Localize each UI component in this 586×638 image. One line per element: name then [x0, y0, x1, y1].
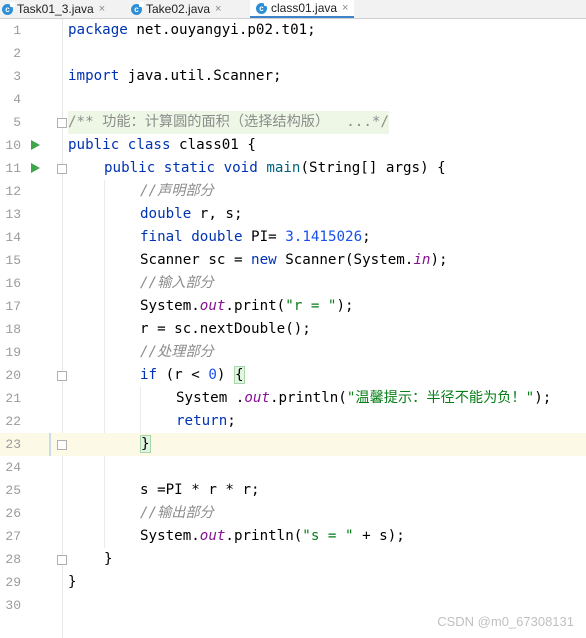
close-icon[interactable]: ×	[215, 3, 221, 15]
code-text: }	[140, 433, 151, 456]
code-line: 5 /** 功能：计算圆的面积（选择结构版） ...*/	[0, 111, 586, 134]
line-number: 24	[5, 460, 21, 475]
line-number: 30	[5, 598, 21, 613]
code-line: 2	[0, 42, 586, 65]
tab-take02[interactable]: c Take02.java ×	[131, 0, 221, 18]
code-text: }	[68, 574, 77, 590]
code-line: 3 import java.util.Scanner;	[0, 65, 586, 88]
comment-text: //声明部分	[140, 183, 214, 199]
code-line: 17 System.out.print("r = ");	[0, 295, 586, 318]
matched-brace: }	[140, 435, 151, 453]
line-number: 11	[5, 161, 21, 176]
code-text: }	[104, 551, 113, 567]
code-line: 24	[0, 456, 586, 479]
comment-text: //输入部分	[140, 275, 214, 291]
code-text: System .out.println("温馨提示：半径不能为负！");	[176, 390, 552, 406]
code-text: if (r < 0) {	[140, 366, 245, 384]
code-text: System.out.println("s = " + s);	[140, 528, 405, 544]
fold-expand-icon[interactable]	[57, 118, 67, 128]
tab-class01[interactable]: c class01.java ×	[250, 0, 355, 18]
line-number: 26	[5, 506, 21, 521]
line-number: 22	[5, 414, 21, 429]
current-code-line: 23 }	[0, 433, 586, 456]
code-line: 22 return;	[0, 410, 586, 433]
line-number: 17	[5, 299, 21, 314]
java-class-icon: c	[131, 1, 144, 15]
code-line: 12 //声明部分	[0, 180, 586, 203]
code-text: final double PI= 3.1415026;	[140, 229, 371, 245]
line-number: 4	[13, 92, 21, 107]
matched-brace: {	[233, 366, 245, 384]
code-line: 21 System .out.println("温馨提示：半径不能为负！");	[0, 387, 586, 410]
line-number: 3	[13, 69, 21, 84]
tab-label: class01.java	[271, 1, 338, 15]
fold-collapse-icon[interactable]	[57, 371, 67, 381]
code-line: 14 final double PI= 3.1415026;	[0, 226, 586, 249]
code-line: 1 package net.ouyangyi.p02.t01;	[0, 19, 586, 42]
code-line: 25 s =PI * r * r;	[0, 479, 586, 502]
line-number: 27	[5, 529, 21, 544]
close-icon[interactable]: ×	[342, 2, 348, 14]
caret-line-marker	[49, 433, 51, 456]
line-number: 15	[5, 253, 21, 268]
java-class-icon: c	[2, 1, 15, 15]
line-number: 20	[5, 368, 21, 383]
code-text: System.out.print("r = ");	[140, 298, 354, 314]
editor-tab-bar: c Task01_3.java × c Take02.java × c clas…	[0, 0, 586, 19]
run-icon[interactable]	[31, 163, 40, 173]
code-text: s =PI * r * r;	[140, 482, 260, 498]
watermark: CSDN @m0_67308131	[437, 614, 574, 629]
line-number: 18	[5, 322, 21, 337]
code-text: r = sc.nextDouble();	[140, 321, 311, 337]
code-line: 27 System.out.println("s = " + s);	[0, 525, 586, 548]
line-number: 1	[13, 23, 21, 38]
java-class-icon: c	[256, 0, 269, 14]
folded-doc-comment[interactable]: /** 功能：计算圆的面积（选择结构版） ...*/	[68, 111, 389, 134]
code-line: 4	[0, 88, 586, 111]
code-line: 19 //处理部分	[0, 341, 586, 364]
code-text: return;	[176, 413, 236, 429]
line-number: 13	[5, 207, 21, 222]
tab-label: Take02.java	[146, 2, 211, 16]
code-text: public static void main(String[] args) {	[104, 160, 446, 176]
close-icon[interactable]: ×	[99, 3, 105, 15]
line-number: 23	[5, 437, 21, 452]
line-number: 21	[5, 391, 21, 406]
tab-label: Task01_3.java	[17, 2, 94, 16]
code-text: public class class01 {	[68, 137, 256, 153]
line-number: 16	[5, 276, 21, 291]
code-line: 18 r = sc.nextDouble();	[0, 318, 586, 341]
code-line: 15 Scanner sc = new Scanner(System.in);	[0, 249, 586, 272]
comment-text: //输出部分	[140, 505, 214, 521]
line-number: 25	[5, 483, 21, 498]
line-number: 10	[5, 138, 21, 153]
code-line: 10 public class class01 {	[0, 134, 586, 157]
line-number: 29	[5, 575, 21, 590]
code-text: Scanner sc = new Scanner(System.in);	[140, 252, 448, 268]
line-number: 12	[5, 184, 21, 199]
code-line: 20 if (r < 0) {	[0, 364, 586, 387]
fold-collapse-icon[interactable]	[57, 164, 67, 174]
comment-text: //处理部分	[140, 344, 214, 360]
fold-end-icon[interactable]	[57, 555, 67, 565]
code-line: 16 //输入部分	[0, 272, 586, 295]
code-line: 11 public static void main(String[] args…	[0, 157, 586, 180]
code-line: 28 }	[0, 548, 586, 571]
code-line: 29 }	[0, 571, 586, 594]
code-line: 26 //输出部分	[0, 502, 586, 525]
tab-task01-3[interactable]: c Task01_3.java ×	[2, 0, 105, 18]
code-text: package net.ouyangyi.p02.t01;	[68, 22, 316, 38]
code-text: import java.util.Scanner;	[68, 68, 282, 84]
run-icon[interactable]	[31, 140, 40, 150]
line-number: 2	[13, 46, 21, 61]
code-line: 13 double r, s;	[0, 203, 586, 226]
line-number: 14	[5, 230, 21, 245]
line-number: 28	[5, 552, 21, 567]
code-text: double r, s;	[140, 206, 243, 222]
fold-end-icon[interactable]	[57, 440, 67, 450]
line-number: 5	[13, 115, 21, 130]
line-number: 19	[5, 345, 21, 360]
